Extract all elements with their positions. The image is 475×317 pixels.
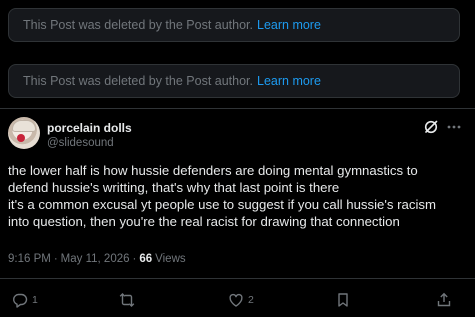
deleted-post-notice: This Post was deleted by the Post author… <box>8 8 460 42</box>
action-bar: 1 2 <box>0 289 475 311</box>
separator-dot: · <box>132 253 137 265</box>
post-text-line: into question, then you're the real raci… <box>8 214 400 229</box>
avatar-hair <box>12 120 36 132</box>
post-metadata: 9:16 PM · May 11, 2026 · 66 Views <box>8 253 186 265</box>
heart-icon <box>229 293 243 307</box>
learn-more-link[interactable]: Learn more <box>257 18 321 32</box>
user-handle[interactable]: @slidesound <box>47 137 114 149</box>
deleted-post-text: This Post was deleted by the Post author… <box>23 18 253 32</box>
avatar[interactable] <box>8 117 40 149</box>
post-text-line: the lower half is how hussie defenders a… <box>8 163 418 178</box>
share-button[interactable] <box>436 292 452 308</box>
learn-more-link[interactable]: Learn more <box>257 74 321 88</box>
post[interactable]: porcelain dolls @slidesound the lower ha… <box>0 108 475 317</box>
post-time[interactable]: 9:16 PM <box>8 253 51 265</box>
bookmark-icon <box>338 293 348 307</box>
post-text-line: defend hussie's writting, that's why tha… <box>8 180 340 195</box>
post-text: the lower half is how hussie defenders a… <box>8 162 468 230</box>
more-icon[interactable] <box>445 118 463 136</box>
reply-button[interactable]: 1 <box>12 292 38 308</box>
post-date[interactable]: May 11, 2026 <box>61 253 130 265</box>
deleted-post-notice: This Post was deleted by the Post author… <box>8 64 460 98</box>
bookmark-button[interactable] <box>335 292 351 308</box>
repost-button[interactable] <box>119 292 139 308</box>
post-text-line: it's a common excusal yt people use to s… <box>8 197 436 212</box>
separator-dot: · <box>53 253 58 265</box>
grok-icon[interactable] <box>423 119 439 135</box>
views-label: Views <box>155 253 186 265</box>
reply-count: 1 <box>32 294 38 306</box>
reply-icon <box>13 293 28 308</box>
repost-icon <box>119 293 135 307</box>
share-icon <box>437 292 451 307</box>
deleted-post-text: This Post was deleted by the Post author… <box>23 74 253 88</box>
divider <box>0 278 475 279</box>
views-count: 66 <box>139 253 153 265</box>
like-button[interactable]: 2 <box>228 292 254 308</box>
avatar-flower <box>17 134 25 142</box>
like-count: 2 <box>248 294 254 306</box>
display-name[interactable]: porcelain dolls <box>47 121 132 135</box>
